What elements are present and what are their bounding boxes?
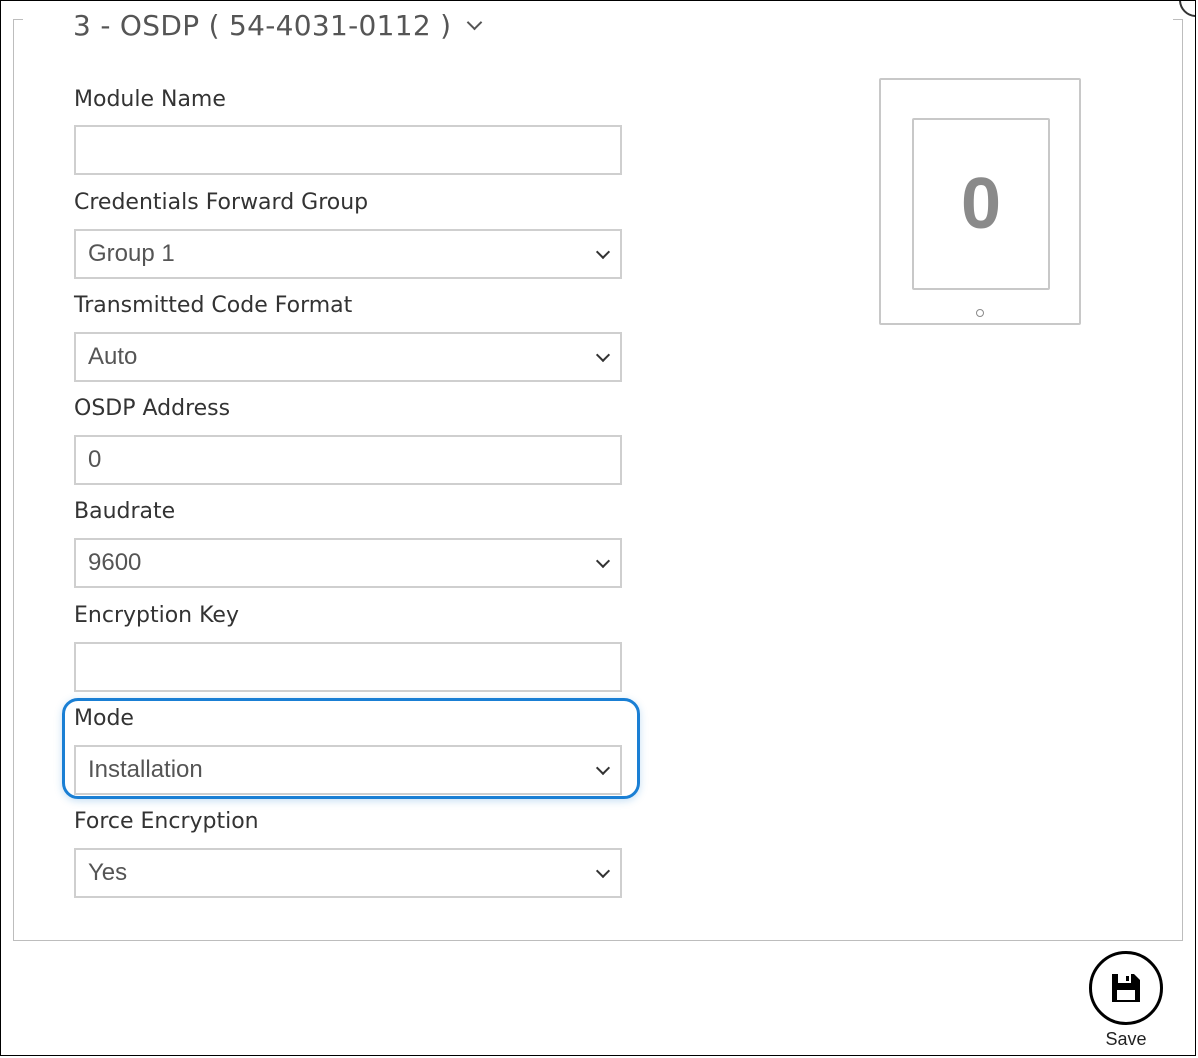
transmitted-code-format-select[interactable]: Auto [74, 332, 622, 382]
group-border-top-right [1173, 19, 1183, 20]
force-encryption-label: Force Encryption [74, 809, 259, 834]
chevron-down-icon [595, 244, 611, 260]
chevron-down-icon [595, 863, 611, 879]
credentials-forward-group-select[interactable]: Group 1 [74, 229, 622, 279]
device-preview: 0 [879, 78, 1081, 325]
group-border-top-left [13, 19, 23, 20]
mode-value: Installation [88, 756, 203, 783]
device-display-value: 0 [960, 164, 1002, 244]
window-frame: 3 - OSDP ( 54-4031-0112 ) Module Name Cr… [0, 0, 1196, 1056]
chevron-down-icon[interactable] [467, 14, 483, 31]
section-title: 3 - OSDP ( 54-4031-0112 ) [73, 9, 452, 42]
save-button[interactable] [1089, 951, 1163, 1025]
transmitted-code-format-value: Auto [88, 343, 138, 370]
floppy-disk-icon [1112, 974, 1140, 1002]
section-header[interactable]: 3 - OSDP ( 54-4031-0112 ) [63, 9, 491, 42]
device-screen: 0 [912, 118, 1050, 290]
mode-label: Mode [74, 706, 134, 731]
baudrate-label: Baudrate [74, 499, 176, 524]
transmitted-code-format-label: Transmitted Code Format [74, 293, 353, 318]
encryption-key-input[interactable] [74, 642, 622, 692]
osdp-address-label: OSDP Address [74, 396, 231, 421]
chevron-down-icon [595, 760, 611, 776]
save-label: Save [1105, 1029, 1147, 1049]
module-name-input[interactable] [74, 125, 622, 175]
device-led-icon [976, 309, 984, 317]
force-encryption-select[interactable]: Yes [74, 848, 622, 898]
mode-select[interactable]: Installation [74, 745, 622, 795]
credentials-forward-group-value: Group 1 [88, 240, 175, 267]
corner-circle-icon [1179, 1, 1195, 17]
chevron-down-icon [595, 347, 611, 363]
chevron-down-icon [595, 553, 611, 569]
baudrate-select[interactable]: 9600 [74, 538, 622, 588]
encryption-key-label: Encryption Key [74, 603, 239, 628]
force-encryption-value: Yes [88, 859, 128, 886]
credentials-forward-group-label: Credentials Forward Group [74, 190, 369, 215]
module-name-label: Module Name [74, 87, 226, 112]
osdp-address-input[interactable]: 0 [74, 435, 622, 485]
baudrate-value: 9600 [88, 549, 142, 576]
